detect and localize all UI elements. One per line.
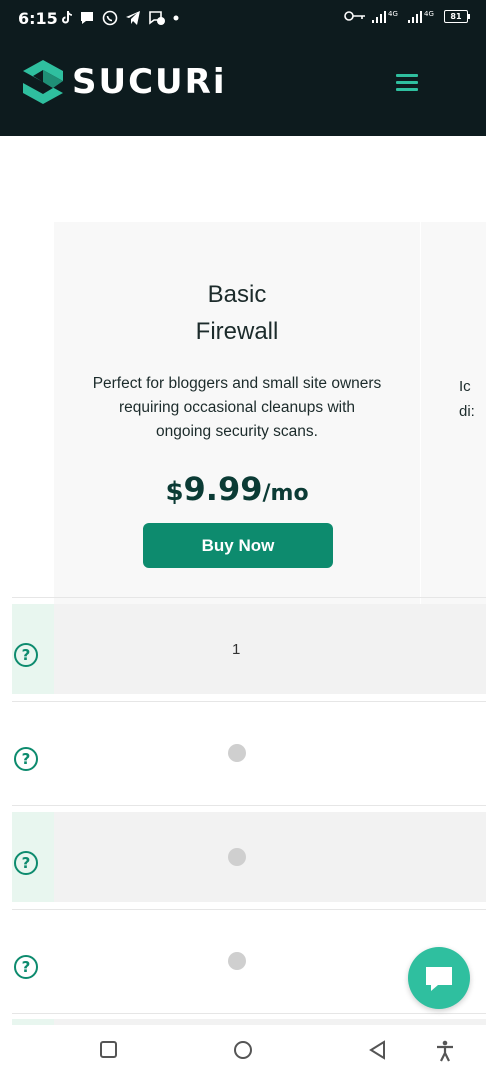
circle-home-icon[interactable] — [232, 1040, 254, 1062]
status-time: 6:15 — [18, 9, 58, 28]
not-included-dot-icon — [228, 952, 246, 970]
square-recent-apps-icon[interactable] — [99, 1040, 119, 1060]
sucuri-logo-mark-icon — [23, 60, 63, 104]
hamburger-menu-icon[interactable] — [396, 74, 420, 92]
price-amount: 9.99 — [183, 470, 263, 508]
telegram-icon — [126, 11, 140, 25]
app-notification-icon — [149, 11, 165, 25]
brand-name: SUCURi — [72, 62, 227, 102]
signal-icon-2: 4G — [408, 10, 434, 23]
system-status-icons: 4G 4G 81 — [344, 9, 470, 23]
system-navigation-bar — [0, 1025, 486, 1080]
plan-title: Basic Firewall — [54, 276, 420, 350]
row-divider — [12, 701, 486, 702]
signal-icon: 4G — [372, 10, 398, 23]
triangle-back-icon[interactable] — [368, 1040, 388, 1060]
question-circle-icon[interactable]: ? — [14, 851, 38, 875]
chat-widget-button[interactable] — [408, 947, 470, 1009]
row-divider — [12, 909, 486, 910]
sucuri-logo[interactable]: SUCURi — [22, 59, 227, 105]
battery-icon: 81 — [444, 9, 470, 23]
feature-row: ? — [12, 708, 486, 798]
not-included-dot-icon — [228, 848, 246, 866]
next-plan-description-fragment: Ic di: — [459, 378, 475, 420]
feature-value: 1 — [232, 641, 241, 658]
battery-level: 81 — [444, 9, 468, 23]
plan-title-line2: Firewall — [195, 318, 279, 345]
feature-row: ? — [12, 812, 486, 902]
question-circle-icon[interactable]: ? — [14, 747, 38, 771]
status-bar: 6:15 4G 4G 81 — [0, 0, 486, 34]
plan-price: $9.99/mo — [54, 470, 420, 508]
question-circle-icon[interactable]: ? — [14, 955, 38, 979]
row-divider — [12, 805, 486, 806]
tiktok-icon — [62, 11, 72, 24]
buy-now-button[interactable]: Buy Now — [143, 523, 333, 568]
price-period: /mo — [262, 481, 309, 506]
plan-card-next — [421, 222, 486, 610]
plan-description: Perfect for bloggers and small site owne… — [92, 375, 382, 440]
site-header: SUCURi — [0, 34, 486, 136]
price-currency: $ — [165, 477, 184, 507]
more-dot-icon — [173, 15, 179, 21]
chat-bubble-icon — [426, 967, 452, 991]
key-icon — [344, 11, 365, 21]
message-icon — [81, 12, 93, 24]
notification-icons — [62, 10, 179, 26]
question-circle-icon[interactable]: ? — [14, 643, 38, 667]
accessibility-icon[interactable] — [435, 1040, 455, 1062]
whatsapp-icon — [102, 10, 118, 26]
row-divider — [12, 597, 486, 598]
not-included-dot-icon — [228, 744, 246, 762]
network-label-2: 4G — [424, 10, 434, 18]
feature-row: ? 1 — [12, 604, 486, 694]
row-divider — [12, 1013, 486, 1014]
network-label-1: 4G — [388, 10, 398, 18]
plan-title-line1: Basic — [207, 281, 267, 308]
